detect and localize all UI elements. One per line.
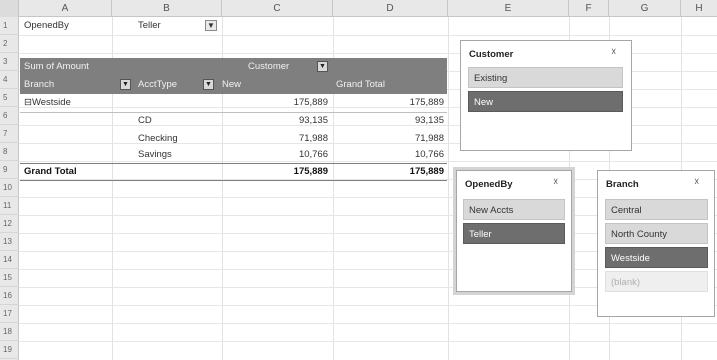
customer-slicer[interactable]: Customer ☓ Existing New [460, 40, 632, 151]
row-header[interactable]: 14 [0, 251, 19, 269]
pivot-row-field[interactable]: Branch [24, 76, 54, 94]
spreadsheet: A B C D E F G H 1 2 3 4 5 6 7 8 9 10 11 … [0, 0, 717, 360]
row-header[interactable]: 10 [0, 179, 19, 197]
slicer-item-new-accts[interactable]: New Accts [463, 199, 565, 220]
row-header[interactable]: 13 [0, 233, 19, 251]
grand-total-value[interactable]: 175,889 [222, 163, 328, 181]
select-all-corner[interactable] [0, 0, 19, 17]
pivot-column-field[interactable]: Customer [248, 58, 289, 76]
slicer-item-existing[interactable]: Existing [468, 67, 623, 88]
slicer-item-central[interactable]: Central [605, 199, 708, 220]
pivot-value-cell[interactable]: 10,766 [222, 146, 328, 164]
slicer-item-new[interactable]: New [468, 91, 623, 112]
slicer-item-teller[interactable]: Teller [463, 223, 565, 244]
clear-filter-icon[interactable]: ☓ [611, 47, 616, 58]
row-header[interactable]: 7 [0, 125, 19, 143]
grand-total-bottom-border [20, 180, 447, 181]
acct-filter-icon[interactable]: ▼ [203, 79, 214, 90]
column-header-h[interactable]: H [681, 0, 717, 17]
row-header[interactable]: 5 [0, 89, 19, 107]
pivot-value-cell[interactable]: 175,889 [222, 94, 328, 112]
slicer-item-blank[interactable]: (blank) [605, 271, 708, 292]
row-header[interactable]: 18 [0, 323, 19, 341]
openedby-slicer[interactable]: OpenedBy ☓ New Accts Teller [453, 167, 575, 295]
column-header-b[interactable]: B [112, 0, 222, 17]
grand-total-label[interactable]: Grand Total [24, 163, 110, 181]
gridline [19, 341, 717, 342]
pivot-column-item[interactable]: New [222, 76, 241, 94]
row-header[interactable]: 16 [0, 287, 19, 305]
gridline [19, 323, 717, 324]
slicer-title: Customer [469, 49, 514, 60]
branch-slicer[interactable]: Branch ☓ Central North County Westside (… [597, 170, 715, 317]
pivot-total-cell[interactable]: 93,135 [333, 112, 444, 130]
slicer-title: OpenedBy [465, 179, 513, 190]
pivot-acct-cell[interactable]: Savings [138, 146, 218, 164]
row-filter-icon[interactable]: ▼ [120, 79, 131, 90]
slicer-title: Branch [606, 179, 639, 190]
row-header[interactable]: 6 [0, 107, 19, 125]
report-filter-label[interactable]: OpenedBy [24, 17, 110, 35]
column-header-bar: A B C D E F G H [0, 0, 717, 17]
row-header[interactable]: 11 [0, 197, 19, 215]
row-header[interactable]: 9 [0, 161, 19, 179]
pivot-acct-cell[interactable]: CD [138, 112, 218, 130]
column-header-a[interactable]: A [19, 0, 112, 17]
pivot-total-cell[interactable]: 175,889 [333, 94, 444, 112]
grand-total-sum[interactable]: 175,889 [333, 163, 444, 181]
column-header-f[interactable]: F [569, 0, 609, 17]
pivot-sub-field[interactable]: AcctType [138, 76, 177, 94]
row-header[interactable]: 8 [0, 143, 19, 161]
pivot-branch-cell[interactable]: ⊟Westside [24, 94, 110, 112]
row-header[interactable]: 12 [0, 215, 19, 233]
clear-filter-icon[interactable]: ☓ [694, 177, 699, 188]
column-filter-icon[interactable]: ▼ [317, 61, 328, 72]
column-header-e[interactable]: E [448, 0, 569, 17]
column-header-d[interactable]: D [333, 0, 448, 17]
slicer-item-westside[interactable]: Westside [605, 247, 708, 268]
clear-filter-icon[interactable]: ☓ [553, 177, 558, 188]
row-header-bar: 1 2 3 4 5 6 7 8 9 10 11 12 13 14 15 16 1… [0, 17, 19, 360]
column-header-c[interactable]: C [222, 0, 333, 17]
slicer-item-north-county[interactable]: North County [605, 223, 708, 244]
row-header[interactable]: 1 [0, 17, 19, 35]
pivot-value-cell[interactable]: 93,135 [222, 112, 328, 130]
row-header[interactable]: 2 [0, 35, 19, 53]
row-header[interactable]: 4 [0, 71, 19, 89]
row-header[interactable]: 3 [0, 53, 19, 71]
row-header[interactable]: 15 [0, 269, 19, 287]
pivot-grand-total-header[interactable]: Grand Total [336, 76, 385, 94]
column-header-g[interactable]: G [609, 0, 681, 17]
gridline [448, 17, 449, 360]
row-header[interactable]: 19 [0, 341, 19, 359]
funnel-icon[interactable]: ▼ [205, 20, 217, 31]
report-filter-value[interactable]: Teller [138, 17, 198, 35]
gridline [19, 35, 717, 36]
pivot-values-label[interactable]: Sum of Amount [24, 58, 89, 76]
row-header[interactable]: 17 [0, 305, 19, 323]
pivot-total-cell[interactable]: 10,766 [333, 146, 444, 164]
